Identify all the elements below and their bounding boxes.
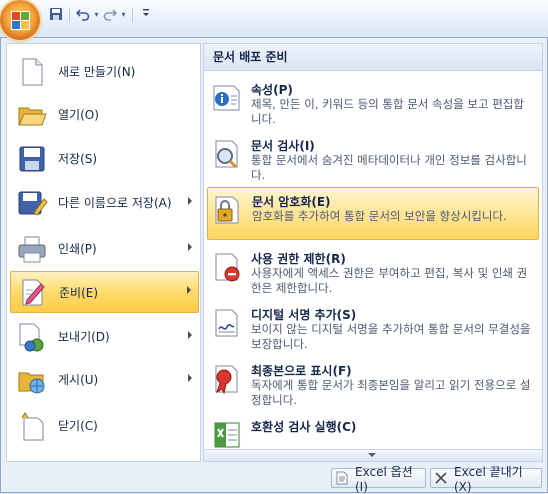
toolbar-separator: [132, 8, 133, 22]
redo-dropdown-icon[interactable]: ▾: [120, 7, 127, 23]
menu-item-label: 새로 만들기(N): [58, 65, 136, 79]
toolbar-separator: [69, 8, 70, 22]
menu-item-label: 저장(S): [58, 152, 98, 166]
menu-item-label: 다른 이름으로 저장(A): [58, 196, 172, 210]
menu-item-label: 인쇄(P): [58, 242, 97, 256]
menu-item-label: 열기(O): [58, 108, 99, 122]
mark-final-icon: [211, 363, 243, 395]
submenu-item-title: 호환성 검사 실행(C): [251, 420, 357, 434]
menu-item-label: 보내기(D): [58, 330, 110, 344]
prepare-icon: [17, 276, 49, 308]
submenu-arrow-icon: [188, 197, 192, 205]
digital-signature-icon: [211, 307, 243, 339]
office-menu: 새로 만들기(N) 열기(O) 저장(S) 다른 이름으로 저장(A) 인쇄(P…: [0, 37, 548, 494]
submenu-header: 문서 배포 준비: [204, 44, 542, 71]
submenu-arrow-icon: [188, 374, 192, 382]
quick-access-toolbar: ▾ ▾: [48, 5, 154, 25]
restrict-permission-icon: [211, 251, 243, 283]
submenu-item-title: 문서 검사(I): [251, 139, 315, 153]
submenu-item-title: 최종본으로 표시(F): [251, 364, 352, 378]
menu-item-label: 준비(E): [59, 285, 99, 300]
compatibility-check-icon: [211, 419, 243, 451]
submenu-item-description: 독자에게 통합 문서가 최종본임을 알리고 읽기 전용으로 설정합니다.: [251, 378, 531, 407]
menu-item-open[interactable]: 열기(O): [10, 95, 199, 134]
save-icon[interactable]: [48, 7, 64, 23]
office-menu-footer: Excel 옵션(I) Excel 끝내기(X): [1, 465, 547, 494]
submenu-item-description: 통합 문서에서 숨겨진 메타데이터나 개인 정보를 검사합니다.: [251, 153, 527, 182]
prepare-submenu: 문서 배포 준비 속성(P) 제목, 만든 이, 키워드 등의 통합 문서 속성…: [203, 43, 543, 462]
submenu-item-title: 속성(P): [251, 83, 293, 97]
office-logo-icon: [11, 11, 30, 30]
excel-exit-label: Excel 끝내기(X): [454, 464, 523, 494]
menu-item-prepare[interactable]: 준비(E): [10, 271, 199, 313]
customize-dropdown-icon[interactable]: [138, 7, 154, 23]
submenu-item-title: 사용 권한 제한(R): [251, 252, 346, 266]
close-icon: [434, 471, 448, 485]
undo-icon[interactable]: [75, 7, 91, 23]
menu-item-new[interactable]: 새로 만들기(N): [10, 52, 199, 91]
excel-options-label: Excel 옵션(I): [355, 464, 413, 494]
submenu-arrow-icon: [188, 331, 192, 339]
menu-item-publish[interactable]: 게시(U): [10, 360, 199, 399]
submenu-arrow-icon: [187, 286, 191, 294]
menu-item-save-as[interactable]: 다른 이름으로 저장(A): [10, 183, 199, 222]
excel-options-button[interactable]: Excel 옵션(I): [331, 465, 426, 494]
encrypt-lock-icon: [212, 194, 244, 226]
submenu-item-restrict[interactable]: 사용 권한 제한(R) 사용자에게 액세스 권한은 부여하고 편집, 복사 및 …: [207, 245, 539, 297]
submenu-item-description: 보이지 않는 디지털 서명을 추가하여 통합 문서의 무결성을 보장합니다.: [251, 322, 531, 351]
send-icon: [16, 321, 48, 353]
submenu-arrow-icon: [188, 243, 192, 251]
submenu-item-compatibility[interactable]: 호환성 검사 실행(C): [207, 413, 539, 453]
close-document-icon: [16, 410, 48, 442]
menu-item-close[interactable]: 닫기(C): [10, 406, 199, 445]
menu-item-send[interactable]: 보내기(D): [10, 317, 199, 356]
save-as-icon: [16, 187, 48, 219]
title-bar: ▾ ▾: [0, 0, 548, 30]
scroll-down-arrow-icon: [368, 453, 376, 457]
menu-item-save[interactable]: 저장(S): [10, 139, 199, 178]
publish-icon: [16, 364, 48, 396]
submenu-item-title: 문서 암호화(E): [252, 195, 331, 209]
submenu-scroll-down[interactable]: [204, 449, 542, 461]
menu-item-print[interactable]: 인쇄(P): [10, 229, 199, 268]
submenu-item-description: 암호화를 추가하여 통합 문서의 보안을 향상시킵니다.: [252, 209, 507, 223]
submenu-item-description: 사용자에게 액세스 권한은 부여하고 편집, 복사 및 인쇄 권한은 제한합니다…: [251, 266, 528, 295]
redo-icon[interactable]: [102, 7, 118, 23]
office-button[interactable]: [0, 0, 40, 40]
undo-dropdown-icon[interactable]: ▾: [93, 7, 100, 23]
submenu-item-title: 디지털 서명 추가(S): [251, 308, 357, 322]
menu-item-label: 닫기(C): [58, 419, 98, 433]
properties-icon: [211, 82, 243, 114]
submenu-item-properties[interactable]: 속성(P) 제목, 만든 이, 키워드 등의 통합 문서 속성을 보고 편집합니…: [207, 76, 539, 128]
submenu-item-mark-final[interactable]: 최종본으로 표시(F) 독자에게 통합 문서가 최종본임을 알리고 읽기 전용으…: [207, 357, 539, 409]
submenu-item-digital-signature[interactable]: 디지털 서명 추가(S) 보이지 않는 디지털 서명을 추가하여 통합 문서의 …: [207, 301, 539, 353]
submenu-item-encrypt[interactable]: 문서 암호화(E) 암호화를 추가하여 통합 문서의 보안을 향상시킵니다.: [207, 187, 539, 240]
open-folder-icon: [16, 99, 48, 131]
submenu-item-description: 제목, 만든 이, 키워드 등의 통합 문서 속성을 보고 편집합니다.: [251, 97, 524, 126]
submenu-item-inspect[interactable]: 문서 검사(I) 통합 문서에서 숨겨진 메타데이터나 개인 정보를 검사합니다…: [207, 132, 539, 184]
inspect-document-icon: [211, 138, 243, 170]
new-document-icon: [16, 56, 48, 88]
printer-icon: [16, 233, 48, 265]
options-icon: [335, 471, 349, 485]
office-menu-commands: 새로 만들기(N) 열기(O) 저장(S) 다른 이름으로 저장(A) 인쇄(P…: [6, 43, 201, 462]
save-disk-icon: [16, 143, 48, 175]
menu-item-label: 게시(U): [58, 373, 99, 387]
excel-exit-button[interactable]: Excel 끝내기(X): [430, 465, 542, 494]
